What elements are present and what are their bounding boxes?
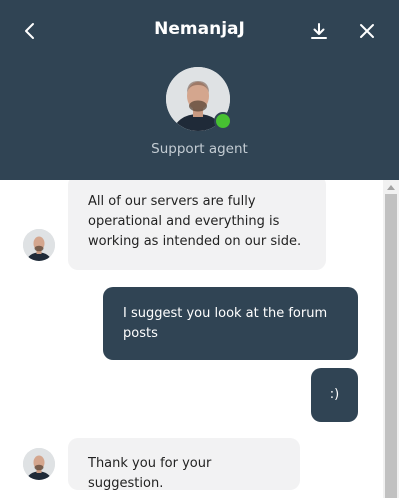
close-button[interactable] (350, 14, 384, 48)
agent-avatar-small (23, 229, 55, 261)
message-list[interactable]: All of our servers are fully operational… (0, 180, 399, 498)
user-message: :) (311, 368, 358, 422)
agent-name: NemanjaJ (154, 19, 245, 39)
agent-avatar-small (23, 448, 55, 480)
download-button[interactable] (302, 14, 336, 48)
agent-role: Support agent (151, 141, 248, 157)
scroll-up-arrow-icon[interactable] (383, 180, 399, 194)
scrollbar-thumb[interactable] (385, 194, 397, 498)
agent-message: Thank you for your suggestion. (68, 438, 300, 491)
chat-scrollbar[interactable] (383, 180, 399, 498)
agent-message: All of our servers are fully operational… (68, 180, 326, 270)
online-status-indicator (214, 112, 232, 130)
download-icon (311, 23, 327, 39)
user-message: I suggest you look at the forum posts (103, 287, 358, 360)
chat-header: NemanjaJ Support agent (0, 0, 399, 180)
close-icon (360, 24, 374, 38)
